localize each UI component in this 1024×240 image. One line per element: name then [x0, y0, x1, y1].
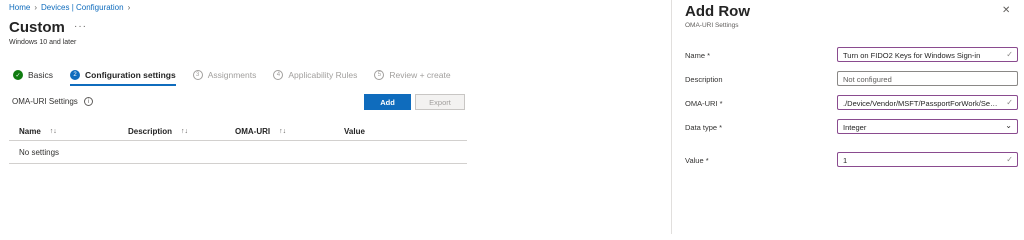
sort-icon[interactable]: ↑↓: [181, 128, 188, 135]
value-field-value: 1: [843, 156, 848, 165]
oma-uri-settings-text: OMA-URI Settings: [12, 97, 78, 106]
name-field[interactable]: Turn on FIDO2 Keys for Windows Sign-in ✓: [837, 47, 1018, 62]
chevron-down-icon: ⌄: [1005, 121, 1012, 130]
column-header-value: Value: [344, 127, 365, 136]
step-assignments[interactable]: 3 Assignments: [192, 70, 257, 80]
settings-table-header: Name ↑↓ Description ↑↓ OMA-URI ↑↓ Value: [9, 118, 467, 141]
column-label: Name: [19, 127, 41, 136]
column-label: OMA-URI: [235, 127, 271, 136]
checkmark-icon: ✓: [1006, 50, 1013, 59]
description-field-placeholder: Not configured: [843, 75, 892, 84]
description-label: Description: [685, 75, 723, 84]
breadcrumb: Home › Devices | Configuration ›: [9, 3, 134, 12]
step-number-icon: 2: [70, 70, 81, 80]
chevron-right-icon: ›: [127, 3, 131, 12]
sort-icon[interactable]: ↑↓: [50, 128, 57, 135]
column-header-name[interactable]: Name ↑↓: [19, 127, 57, 136]
step-applicability-rules[interactable]: 4 Applicability Rules: [273, 70, 357, 80]
step-number-icon: 4: [273, 70, 284, 80]
page-subtitle: Windows 10 and later: [9, 39, 77, 46]
chevron-right-icon: ›: [34, 3, 38, 12]
value-field[interactable]: 1 ✓: [837, 152, 1018, 167]
column-header-description[interactable]: Description ↑↓: [128, 127, 188, 136]
info-icon[interactable]: i: [83, 97, 93, 106]
step-label: Assignments: [207, 70, 257, 80]
check-circle-icon: ✓: [13, 70, 23, 80]
checkmark-icon: ✓: [1006, 98, 1013, 107]
step-number-icon: 3: [192, 70, 203, 80]
step-number-icon: 5: [374, 70, 385, 80]
page-title: Custom: [9, 19, 65, 36]
export-button[interactable]: Export: [415, 94, 465, 110]
oma-uri-label: OMA-URI *: [685, 99, 723, 108]
step-label: Basics: [28, 70, 54, 80]
data-type-select[interactable]: Integer ⌄: [837, 119, 1018, 134]
oma-uri-field-value: ./Device/Vendor/MSFT/PassportForWork/Sec…: [843, 99, 1018, 108]
column-header-oma-uri[interactable]: OMA-URI ↑↓: [235, 127, 286, 136]
more-options-icon[interactable]: ···: [74, 21, 87, 32]
value-label: Value *: [685, 156, 709, 165]
table-empty-row: No settings: [9, 141, 467, 164]
name-label: Name *: [685, 51, 711, 60]
step-label: Configuration settings: [85, 70, 176, 80]
step-configuration-settings[interactable]: 2 Configuration settings: [70, 70, 176, 86]
column-label: Value: [344, 127, 365, 136]
panel-title: Add Row: [685, 3, 750, 20]
close-icon[interactable]: ✕: [1002, 5, 1010, 16]
add-button[interactable]: Add: [364, 94, 411, 110]
data-type-selected: Integer: [843, 123, 867, 132]
checkmark-icon: ✓: [1006, 155, 1013, 164]
step-basics[interactable]: ✓ Basics: [13, 70, 53, 80]
step-label: Review + create: [389, 70, 451, 80]
breadcrumb-home[interactable]: Home: [9, 3, 30, 12]
data-type-label: Data type *: [685, 123, 723, 132]
oma-uri-field[interactable]: ./Device/Vendor/MSFT/PassportForWork/Sec…: [837, 95, 1018, 110]
step-label: Applicability Rules: [288, 70, 358, 80]
sort-icon[interactable]: ↑↓: [279, 128, 286, 135]
wizard-steps: ✓ Basics 2 Configuration settings 3 Assi…: [13, 70, 468, 86]
description-field[interactable]: Not configured: [837, 71, 1018, 86]
step-review-create[interactable]: 5 Review + create: [374, 70, 451, 80]
name-field-value: Turn on FIDO2 Keys for Windows Sign-in: [843, 51, 981, 60]
oma-uri-settings-label: OMA-URI Settings i: [12, 97, 93, 106]
panel-subtitle: OMA-URI Settings: [685, 22, 739, 29]
breadcrumb-devices-configuration[interactable]: Devices | Configuration: [41, 3, 124, 12]
add-row-panel: Add Row OMA-URI Settings ✕ Name * Turn o…: [671, 0, 1024, 234]
column-label: Description: [128, 127, 173, 136]
